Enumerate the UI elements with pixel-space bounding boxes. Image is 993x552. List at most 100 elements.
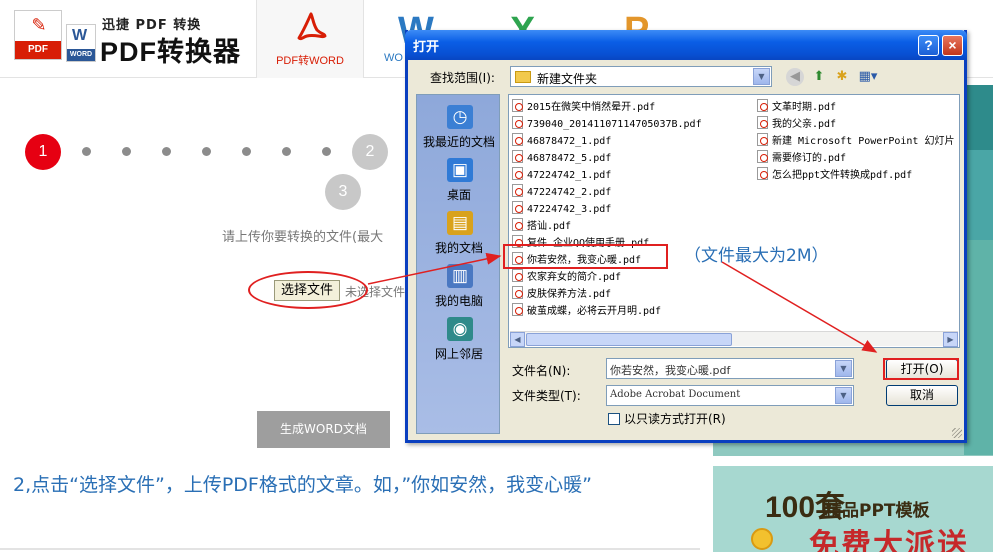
file-item[interactable]: 怎么把ppt文件转换成pdf.pdf xyxy=(757,165,912,181)
place-label: 网上邻居 xyxy=(434,347,483,361)
place-my-documents[interactable]: ▤ 我的文档 xyxy=(417,207,501,259)
file-item[interactable]: 新建 Microsoft PowerPoint 幻灯片 xyxy=(757,131,954,147)
place-network-places[interactable]: ◉ 网上邻居 xyxy=(417,313,501,365)
generate-word-button[interactable]: 生成WORD文档 xyxy=(257,411,390,448)
file-name: 需要修订的.pdf xyxy=(772,153,847,164)
new-folder-icon[interactable]: ✱ xyxy=(833,68,851,86)
pdf-file-icon xyxy=(512,99,523,112)
place-recent-documents[interactable]: ◷ 我最近的文档 xyxy=(417,101,501,153)
logo: ✎ PDF W WORD 迅捷 PDF 转换 PDF转换器 xyxy=(14,10,244,67)
desktop-icon: ▣ xyxy=(447,158,473,182)
file-name: 破茧成蝶，必将云开月明.pdf xyxy=(527,306,662,317)
logo-word-letter: W xyxy=(72,27,88,44)
help-button[interactable]: ? xyxy=(918,35,939,56)
file-item[interactable]: 47224742_3.pdf xyxy=(512,199,611,215)
file-item[interactable]: 破茧成蝶，必将云开月明.pdf xyxy=(512,301,661,317)
readonly-label: 以只读方式打开(R) xyxy=(624,412,726,426)
lookin-value: 新建文件夹 xyxy=(537,72,598,86)
highlight-selected-file xyxy=(503,244,668,269)
step-dot xyxy=(282,147,291,156)
file-item[interactable]: 46878472_5.pdf xyxy=(512,148,611,164)
promo-banner[interactable]: 100套 精品PPT模板 免费大派送 xyxy=(713,466,993,552)
instruction-text: 2,点击“选择文件”，上传PDF格式的文章。如，”你如安然，我变心暖” xyxy=(13,474,593,496)
places-bar: ◷ 我最近的文档 ▣ 桌面 ▤ 我的文档 ▥ 我的电脑 ◉ 网上邻居 xyxy=(416,94,500,434)
file-item[interactable]: 47224742_1.pdf xyxy=(512,165,611,181)
file-name: 怎么把ppt文件转换成pdf.pdf xyxy=(772,170,913,181)
promo-sale: 免费大派送 xyxy=(809,528,969,552)
filename-label: 文件名(N): xyxy=(512,364,571,378)
dialog-title: 打开 xyxy=(413,40,440,55)
dialog-titlebar[interactable]: 打开 ? × xyxy=(405,30,967,60)
chevron-down-icon[interactable]: ▼ xyxy=(753,68,770,85)
pdf-file-icon xyxy=(512,269,523,282)
file-item[interactable]: 农家弃女的简介.pdf xyxy=(512,267,621,283)
file-name: 47224742_2.pdf xyxy=(527,187,612,198)
acrobat-icon xyxy=(297,12,327,41)
file-name: 我的父亲.pdf xyxy=(772,119,837,130)
step-dot xyxy=(202,147,211,156)
logo-pdf-text: PDF xyxy=(15,41,61,59)
readonly-checkbox-row[interactable]: 以只读方式打开(R) xyxy=(608,410,726,427)
step-dot xyxy=(82,147,91,156)
up-folder-icon[interactable]: ⬆ xyxy=(810,68,828,86)
place-my-computer[interactable]: ▥ 我的电脑 xyxy=(417,260,501,312)
filename-value: 你若安然，我变心暖.pdf xyxy=(610,364,731,377)
open-file-dialog: 打开 ? × 查找范围(I): 新建文件夹 ▼ ◀ ⬆ ✱ ▦▾ ◷ 我最近的文档… xyxy=(405,30,967,443)
place-label: 我最近的文档 xyxy=(422,135,495,149)
divider xyxy=(0,548,700,550)
lookin-dropdown[interactable]: 新建文件夹 ▼ xyxy=(510,66,772,87)
file-name: 46878472_5.pdf xyxy=(527,153,612,164)
file-item[interactable]: 我的父亲.pdf xyxy=(757,114,836,130)
tab-word-label: WO xyxy=(384,52,403,64)
recent-documents-icon: ◷ xyxy=(447,105,473,129)
cancel-button[interactable]: 取消 xyxy=(886,385,958,406)
readonly-checkbox[interactable] xyxy=(608,413,620,425)
pdf-file-icon xyxy=(512,286,523,299)
place-label: 我的文档 xyxy=(434,241,483,255)
file-name: 739040_20141107114705037B.pdf xyxy=(527,119,702,130)
scroll-left-icon[interactable]: ◀ xyxy=(510,332,525,347)
filename-input[interactable]: 你若安然，我变心暖.pdf ▼ xyxy=(606,358,854,379)
place-desktop[interactable]: ▣ 桌面 xyxy=(417,154,501,206)
file-item[interactable]: 搭讪.pdf xyxy=(512,216,571,232)
place-label: 桌面 xyxy=(446,188,471,202)
size-callout: （文件最大为2M） xyxy=(684,246,829,266)
pdf-file-icon xyxy=(512,184,523,197)
scroll-thumb[interactable] xyxy=(526,333,732,346)
my-computer-icon: ▥ xyxy=(447,264,473,288)
side-strip xyxy=(964,240,993,455)
coin-icon xyxy=(751,528,773,550)
close-button[interactable]: × xyxy=(942,35,963,56)
step-dot xyxy=(242,147,251,156)
view-menu-icon[interactable]: ▦▾ xyxy=(856,68,880,86)
horizontal-scrollbar[interactable]: ◀ ▶ xyxy=(510,331,958,347)
chevron-down-icon[interactable]: ▼ xyxy=(835,360,852,377)
step-3-indicator: 3 xyxy=(325,174,361,210)
filetype-dropdown[interactable]: Adobe Acrobat Document ▼ xyxy=(606,385,854,406)
file-name: 农家弃女的简介.pdf xyxy=(527,272,622,283)
pdf-file-icon xyxy=(512,201,523,214)
file-name: 2015在微笑中悄然晕开.pdf xyxy=(527,102,656,113)
tab-pdf-to-word-label: PDF转WORD xyxy=(276,55,344,67)
file-item[interactable]: 46878472_1.pdf xyxy=(512,131,611,147)
pdf-file-icon xyxy=(757,150,768,163)
file-item[interactable]: 2015在微笑中悄然晕开.pdf xyxy=(512,97,655,113)
file-item[interactable]: 文革时期.pdf xyxy=(757,97,836,113)
scroll-right-icon[interactable]: ▶ xyxy=(943,332,958,347)
step-dot xyxy=(162,147,171,156)
tab-pdf-to-word[interactable]: PDF转WORD xyxy=(256,0,364,78)
file-name: 47224742_1.pdf xyxy=(527,170,612,181)
file-item[interactable]: 皮肤保养方法.pdf xyxy=(512,284,611,300)
resize-grip[interactable] xyxy=(952,428,962,438)
back-icon[interactable]: ◀ xyxy=(786,68,804,86)
file-list[interactable]: ◀ ▶ 2015在微笑中悄然晕开.pdf 739040_2014110711470… xyxy=(508,94,960,348)
folder-icon xyxy=(515,71,531,83)
chevron-down-icon[interactable]: ▼ xyxy=(835,387,852,404)
pdf-file-icon xyxy=(512,116,523,129)
file-name: 新建 Microsoft PowerPoint 幻灯片 xyxy=(772,136,955,147)
file-name: 文革时期.pdf xyxy=(772,102,837,113)
file-item[interactable]: 739040_20141107114705037B.pdf xyxy=(512,114,702,130)
file-item[interactable]: 需要修订的.pdf xyxy=(757,148,846,164)
acrobat-mark-icon: ✎ xyxy=(31,15,47,36)
file-item[interactable]: 47224742_2.pdf xyxy=(512,182,611,198)
